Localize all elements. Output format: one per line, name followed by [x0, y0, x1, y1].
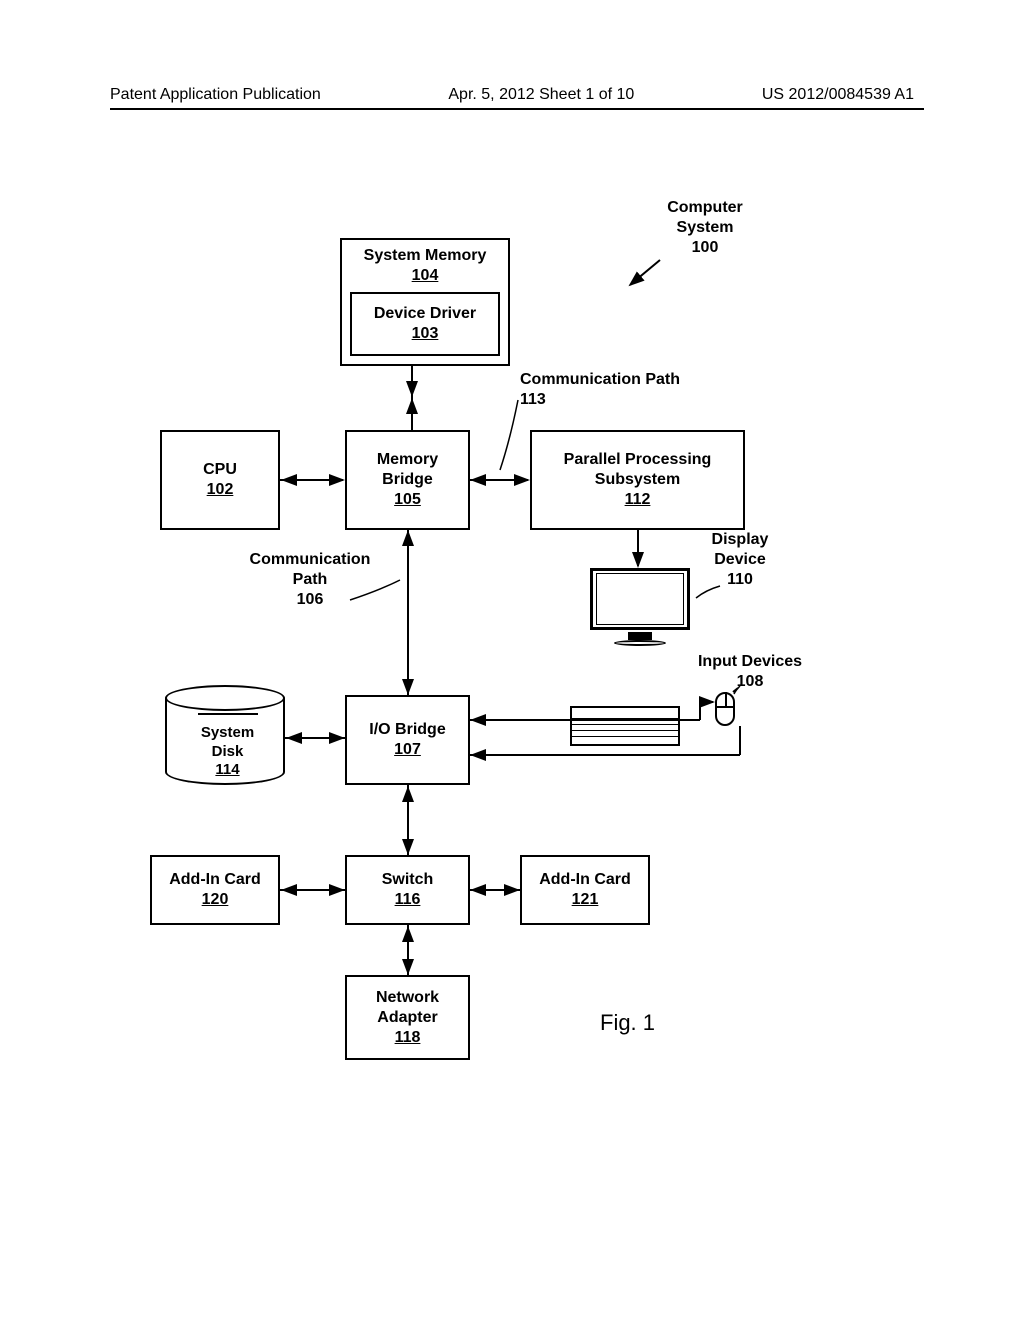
mouse-icon [715, 692, 735, 726]
network-adapter-num: 118 [395, 1028, 421, 1048]
io-bridge-box: I/O Bridge 107 [345, 695, 470, 785]
header-right: US 2012/0084539 A1 [762, 86, 914, 104]
addin-120-title: Add-In Card [169, 870, 261, 890]
cpu-box: CPU 102 [160, 430, 280, 530]
comm-path-106-label: Communication Path 106 [225, 550, 395, 610]
io-bridge-title: I/O Bridge [369, 720, 445, 740]
addin-121-num: 121 [572, 890, 599, 910]
network-adapter-box: Network Adapter 118 [345, 975, 470, 1060]
device-driver-box: Device Driver 103 [350, 292, 500, 356]
addin-120-num: 120 [202, 890, 229, 910]
page-header: Patent Application Publication Apr. 5, 2… [110, 86, 914, 104]
display-device-label: Display Device 110 [690, 530, 790, 590]
memory-bridge-box: Memory Bridge 105 [345, 430, 470, 530]
pps-title: Parallel Processing Subsystem [564, 450, 712, 490]
figure-label: Fig. 1 [600, 1010, 655, 1036]
system-memory-num: 104 [412, 266, 439, 286]
device-driver-title: Device Driver [374, 304, 476, 324]
system-disk-title: System Disk [201, 724, 254, 760]
addin-card-121-box: Add-In Card 121 [520, 855, 650, 925]
addin-121-title: Add-In Card [539, 870, 631, 890]
page: Patent Application Publication Apr. 5, 2… [0, 0, 1024, 1320]
network-adapter-title: Network Adapter [376, 988, 439, 1028]
device-driver-num: 103 [412, 324, 439, 344]
memory-bridge-num: 105 [394, 490, 421, 510]
pps-num: 112 [625, 490, 651, 510]
header-rule [110, 108, 924, 110]
switch-title: Switch [382, 870, 434, 890]
computer-system-label: Computer System 100 [645, 198, 765, 258]
comm-path-113-label: Communication Path 113 [520, 370, 740, 410]
connectors [140, 190, 880, 1110]
memory-bridge-title: Memory Bridge [377, 450, 438, 490]
cpu-title: CPU [203, 460, 237, 480]
parallel-processing-box: Parallel Processing Subsystem 112 [530, 430, 745, 530]
keyboard-icon [570, 706, 680, 746]
display-device-icon [580, 568, 700, 650]
input-devices-label: Input Devices 108 [675, 652, 825, 692]
addin-card-120-box: Add-In Card 120 [150, 855, 280, 925]
switch-box: Switch 116 [345, 855, 470, 925]
system-disk-num: 114 [215, 761, 239, 778]
header-middle: Apr. 5, 2012 Sheet 1 of 10 [448, 86, 634, 104]
io-bridge-num: 107 [394, 740, 421, 760]
cpu-num: 102 [207, 480, 234, 500]
system-disk-label: System Disk 114 [180, 705, 275, 780]
diagram: System Memory 104 Device Driver 103 CPU … [140, 190, 880, 1110]
system-memory-title: System Memory [364, 246, 487, 266]
switch-num: 116 [395, 890, 421, 910]
header-left: Patent Application Publication [110, 86, 321, 104]
